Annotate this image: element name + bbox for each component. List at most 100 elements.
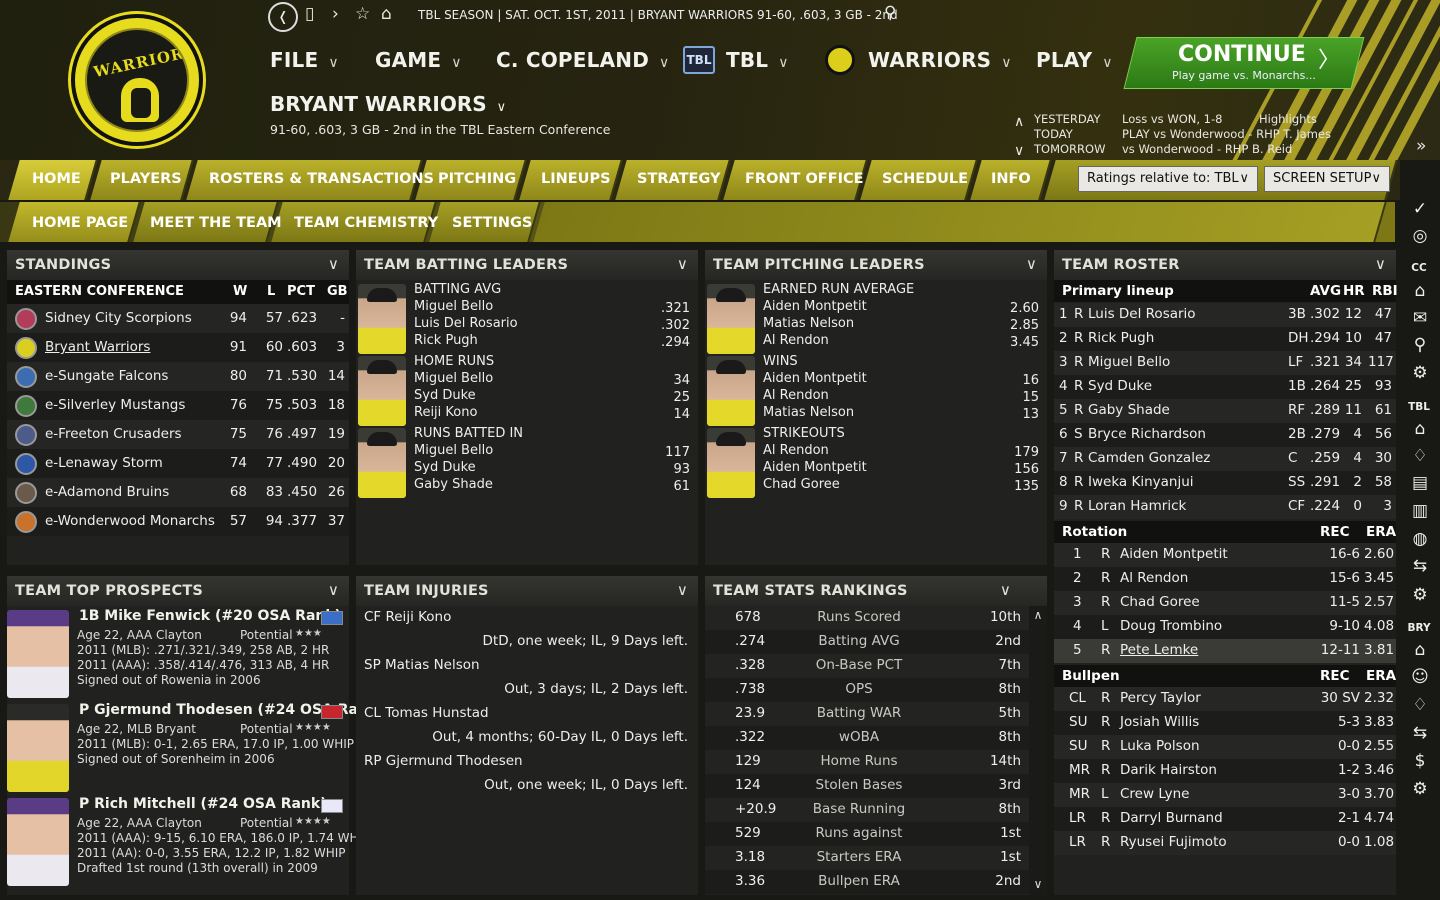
lineup-row[interactable]: 4 R Syd Duke 1B .264 25 93: [1054, 375, 1396, 399]
injured-player[interactable]: SP Matias Nelson: [364, 657, 480, 673]
trophy-icon[interactable]: ♢: [1407, 446, 1433, 466]
standings-row[interactable]: e-Lenaway Storm 74 77.490 20: [7, 449, 349, 478]
player-name[interactable]: Al Rendon: [1120, 570, 1188, 586]
bullpen-row[interactable]: SU R Josiah Willis 5-3 3.83: [1054, 711, 1396, 735]
tab-label[interactable]: SCHEDULE: [882, 171, 968, 187]
leader-player[interactable]: Chad Goree: [763, 477, 840, 492]
lineup-row[interactable]: 2 R Rick Pugh DH .294 10 47: [1054, 327, 1396, 351]
tab-label[interactable]: STRATEGY: [637, 171, 720, 187]
standings-row[interactable]: e-Sungate Falcons 80 71.530 14: [7, 362, 349, 391]
lineup-row[interactable]: 6 S Bryce Richardson 2B .279 4 56: [1054, 423, 1396, 447]
team-name[interactable]: Bryant Warriors: [45, 339, 150, 355]
ranking-row[interactable]: 529 Runs against 1st: [705, 822, 1029, 846]
player-name[interactable]: Pete Lemke: [1120, 642, 1198, 658]
home-icon[interactable]: ⌂: [1407, 640, 1433, 660]
injured-player[interactable]: CL Tomas Hunstad: [364, 705, 489, 721]
ranking-row[interactable]: 129 Home Runs 14th: [705, 750, 1029, 774]
leader-player[interactable]: Gaby Shade: [414, 477, 493, 492]
ranking-row[interactable]: 23.9 Batting WAR 5th: [705, 702, 1029, 726]
player-photo[interactable]: [358, 428, 406, 498]
trophy-icon[interactable]: ♢: [1407, 695, 1433, 715]
leader-player[interactable]: Al Rendon: [763, 388, 829, 403]
player-name[interactable]: Luka Polson: [1120, 738, 1200, 754]
player-name[interactable]: Gaby Shade: [1088, 402, 1170, 418]
tab-label[interactable]: FRONT OFFICE: [745, 171, 864, 187]
standings-row[interactable]: e-Wonderwood Monarchs 57 94.377 37: [7, 507, 349, 536]
screen-setup-dropdown[interactable]: SCREEN SETUP ∨: [1264, 166, 1390, 192]
prospect-photo[interactable]: [7, 798, 69, 886]
team-name[interactable]: e-Lenaway Storm: [45, 455, 163, 471]
player-name[interactable]: Darik Hairston: [1120, 762, 1217, 778]
leader-player[interactable]: Rick Pugh: [414, 333, 478, 348]
leader-player[interactable]: Matias Nelson: [763, 405, 854, 420]
team-logo[interactable]: WARRIORS: [71, 14, 203, 146]
scroll-down-icon[interactable]: ∨: [1029, 877, 1047, 891]
tab-label[interactable]: LINEUPS: [541, 171, 611, 187]
ranking-row[interactable]: .322 wOBA 8th: [705, 726, 1029, 750]
back-icon[interactable]: ❬: [268, 2, 298, 32]
chevron-up-icon[interactable]: ∧: [1014, 114, 1024, 130]
player-name[interactable]: Ryusei Fujimoto: [1120, 834, 1227, 850]
chevron-down-icon[interactable]: ∨: [677, 581, 688, 599]
search-icon[interactable]: ⚲: [884, 3, 896, 23]
chevron-down-icon[interactable]: ∨: [328, 581, 339, 599]
highlights-link[interactable]: Highlights: [1259, 112, 1317, 126]
team-name[interactable]: e-Freeton Crusaders: [45, 426, 182, 442]
menu-game[interactable]: GAME ∨: [375, 48, 462, 72]
menu-manager[interactable]: C. COPELAND ∨: [496, 48, 669, 72]
home-icon[interactable]: ⌂: [1407, 281, 1433, 301]
lineup-row[interactable]: 8 R Iweka Kinyanjui SS .291 2 58: [1054, 471, 1396, 495]
ranking-row[interactable]: 3.36 Bullpen ERA 2nd: [705, 870, 1029, 894]
lineup-row[interactable]: 9 R Loran Hamrick CF .224 0 3: [1054, 495, 1396, 519]
mail-icon[interactable]: ✉: [1407, 308, 1433, 328]
subtab-label[interactable]: MEET THE TEAM: [150, 215, 282, 231]
leader-player[interactable]: Aiden Montpetit: [763, 299, 867, 314]
player-name[interactable]: Darryl Burnand: [1120, 810, 1223, 826]
team-title[interactable]: BRYANT WARRIORS ∨: [270, 92, 506, 116]
prospect-photo[interactable]: [7, 704, 69, 792]
transfer-icon[interactable]: ⇆: [1407, 723, 1433, 743]
leader-player[interactable]: Miguel Bello: [414, 299, 493, 314]
standings-row[interactable]: Bryant Warriors 91 60.603 3: [7, 333, 349, 362]
home-icon[interactable]: ⌂: [1407, 419, 1433, 439]
player-icon[interactable]: ☺: [1407, 667, 1433, 687]
standings-row[interactable]: Sidney City Scorpions 94 57.623 -: [7, 304, 349, 333]
home-icon[interactable]: ⌂: [381, 4, 392, 24]
rotation-row[interactable]: 2 R Al Rendon 15-6 3.45: [1054, 567, 1396, 591]
check-icon[interactable]: ✓: [1407, 199, 1433, 219]
chevron-down-icon[interactable]: ∨: [1014, 143, 1024, 159]
standings-row[interactable]: e-Silverley Mustangs 76 75.503 18: [7, 391, 349, 420]
player-name[interactable]: Aiden Montpetit: [1120, 546, 1228, 562]
continue-arrow-icon[interactable]: 〉: [1318, 42, 1340, 74]
tab-label[interactable]: ROSTERS & TRANSACTIONS: [209, 171, 434, 187]
gear-icon[interactable]: ⚙: [1407, 363, 1433, 383]
baseball-icon[interactable]: ◍: [1407, 529, 1433, 549]
bullpen-row[interactable]: MR R Darik Hairston 1-2 3.46: [1054, 759, 1396, 783]
leader-player[interactable]: Al Rendon: [763, 443, 829, 458]
dollar-icon[interactable]: $: [1407, 751, 1433, 771]
player-name[interactable]: Bryce Richardson: [1088, 426, 1206, 442]
tab-label[interactable]: HOME: [32, 171, 81, 187]
schedule-tomorrow[interactable]: vs Wonderwood - RHP B. Reid: [1122, 142, 1292, 156]
standings-row[interactable]: e-Adamond Bruins 68 83.450 26: [7, 478, 349, 507]
menu-play[interactable]: PLAY ∨: [1036, 48, 1113, 72]
leader-player[interactable]: Aiden Montpetit: [763, 371, 867, 386]
player-name[interactable]: Josiah Willis: [1120, 714, 1199, 730]
leader-player[interactable]: Miguel Bello: [414, 443, 493, 458]
chevron-down-icon[interactable]: ∨: [1375, 255, 1386, 273]
chevron-down-icon[interactable]: ∨: [328, 255, 339, 273]
standings-row[interactable]: e-Freeton Crusaders 75 76.497 19: [7, 420, 349, 449]
lineup-row[interactable]: 7 R Camden Gonzalez C .259 4 30: [1054, 447, 1396, 471]
leader-player[interactable]: Matias Nelson: [763, 316, 854, 331]
player-name[interactable]: Chad Goree: [1120, 594, 1200, 610]
ranking-row[interactable]: .738 OPS 8th: [705, 678, 1029, 702]
team-name[interactable]: e-Sungate Falcons: [45, 368, 168, 384]
team-name[interactable]: Sidney City Scorpions: [45, 310, 192, 326]
subtab-label[interactable]: SETTINGS: [452, 215, 532, 231]
leader-player[interactable]: Syd Duke: [414, 388, 476, 403]
lineup-row[interactable]: 1 R Luis Del Rosario 3B .302 12 47: [1054, 303, 1396, 327]
bullpen-row[interactable]: CL R Percy Taylor 30 SV 2.32: [1054, 687, 1396, 711]
team-name[interactable]: e-Silverley Mustangs: [45, 397, 185, 413]
leader-player[interactable]: Luis Del Rosario: [414, 316, 518, 331]
stats-icon[interactable]: ▥: [1407, 501, 1433, 521]
